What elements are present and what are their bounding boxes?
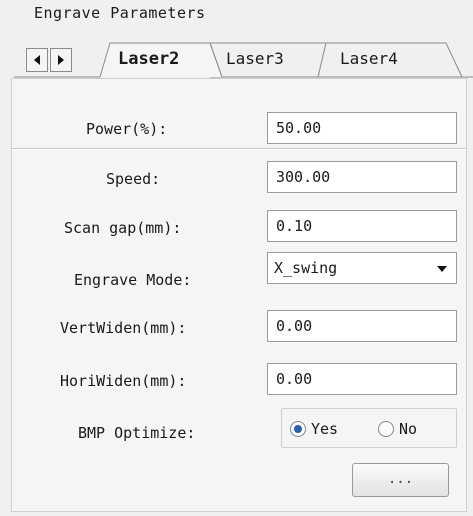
radio-unselected-icon bbox=[378, 421, 394, 437]
bmp-optimize-yes-radio[interactable]: Yes bbox=[290, 420, 338, 438]
tab-scroll-right-button[interactable] bbox=[50, 48, 72, 72]
bmp-optimize-label: BMP Optimize: bbox=[78, 424, 196, 442]
tab-bar: Laser2 Laser3 Laser4 bbox=[14, 32, 473, 78]
radio-no-label: No bbox=[399, 420, 418, 438]
arrow-right-icon bbox=[58, 55, 64, 65]
vert-widen-label: VertWiden(mm): bbox=[60, 319, 187, 337]
divider bbox=[12, 148, 466, 150]
tab-scroll-left-button[interactable] bbox=[26, 48, 48, 72]
browse-button[interactable]: ... bbox=[352, 463, 449, 497]
speed-input[interactable]: 300.00 bbox=[267, 161, 457, 193]
speed-label: Speed: bbox=[106, 170, 161, 188]
engrave-mode-value: X_swing bbox=[274, 259, 338, 277]
tab-laser2[interactable]: Laser2 bbox=[118, 48, 179, 70]
tab-laser4[interactable]: Laser4 bbox=[340, 48, 398, 70]
chevron-down-icon bbox=[437, 266, 447, 272]
hori-widen-input[interactable]: 0.00 bbox=[267, 363, 457, 395]
bmp-optimize-no-radio[interactable]: No bbox=[378, 420, 417, 438]
radio-selected-icon bbox=[290, 421, 306, 437]
arrow-left-icon bbox=[34, 55, 40, 65]
group-title: Engrave Parameters bbox=[34, 4, 206, 22]
radio-yes-label: Yes bbox=[311, 420, 339, 438]
scan-gap-input[interactable]: 0.10 bbox=[267, 210, 457, 242]
power-input[interactable]: 50.00 bbox=[267, 112, 457, 144]
engrave-mode-select[interactable]: X_swing bbox=[267, 252, 457, 284]
engrave-mode-label: Engrave Mode: bbox=[74, 271, 192, 289]
scan-gap-label: Scan gap(mm): bbox=[64, 219, 182, 237]
bmp-optimize-radio-group: Yes No bbox=[281, 408, 457, 448]
hori-widen-label: HoriWiden(mm): bbox=[60, 372, 187, 390]
tab-laser3[interactable]: Laser3 bbox=[226, 48, 284, 70]
power-label: Power(%): bbox=[86, 120, 168, 138]
vert-widen-input[interactable]: 0.00 bbox=[267, 310, 457, 342]
